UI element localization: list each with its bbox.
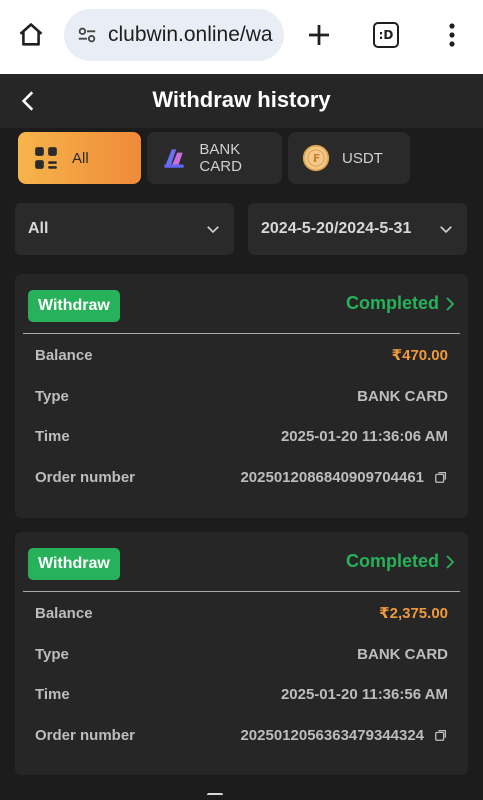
time-row: Time 2025-01-20 11:36:06 AM xyxy=(35,424,448,448)
browser-toolbar: clubwin.online/wa :D xyxy=(0,0,483,74)
tab-switcher-label: :D xyxy=(378,28,394,42)
scroll-hint xyxy=(207,793,223,797)
url-text: clubwin.online/wa xyxy=(108,23,273,46)
date-range-select[interactable]: 2024-5-20/2024-5-31 xyxy=(248,203,467,255)
tab-all-label: All xyxy=(72,149,89,167)
balance-row: Balance ₹2,375.00 xyxy=(35,601,448,625)
status-link[interactable]: Completed xyxy=(346,551,456,572)
status-text: Completed xyxy=(345,551,439,571)
type-select[interactable]: All xyxy=(15,203,234,255)
type-row: Type BANK CARD xyxy=(35,384,448,408)
time-label: Time xyxy=(35,685,70,703)
withdraw-record-card[interactable]: Withdraw Completed Balance ₹2,375.00 Typ… xyxy=(15,532,468,775)
tab-all[interactable]: All xyxy=(18,132,141,184)
order-number: 2025012056363479344324 xyxy=(240,726,424,744)
balance-label: Balance xyxy=(35,604,93,622)
tab-switcher-button[interactable]: :D xyxy=(373,22,399,48)
order-value-wrap: 2025012056363479344324 xyxy=(240,727,448,744)
usdt-coin-icon: ₣ xyxy=(302,144,330,172)
chevron-right-icon xyxy=(446,554,455,569)
type-label: Type xyxy=(35,645,69,663)
status-text: Completed xyxy=(345,293,439,313)
order-label: Order number xyxy=(35,468,136,486)
svg-text:₣: ₣ xyxy=(312,153,319,165)
tab-usdt-label: USDT xyxy=(342,149,383,167)
divider xyxy=(23,591,460,592)
bank-card-icon xyxy=(161,144,187,172)
page-title: Withdraw history xyxy=(152,87,331,112)
order-value-wrap: 2025012086840909704461 xyxy=(240,469,448,486)
withdraw-badge: Withdraw xyxy=(28,290,120,322)
time-row: Time 2025-01-20 11:36:56 AM xyxy=(35,682,448,706)
order-number: 2025012086840909704461 xyxy=(240,468,424,486)
type-value: BANK CARD xyxy=(357,645,448,663)
balance-row: Balance ₹470.00 xyxy=(35,343,448,367)
withdraw-record-card[interactable]: Withdraw Completed Balance ₹470.00 Type … xyxy=(15,274,468,518)
type-select-value: All xyxy=(28,220,49,237)
status-link[interactable]: Completed xyxy=(346,293,456,314)
grid-icon xyxy=(32,144,60,172)
tab-bank-card-label: BANK CARD xyxy=(199,141,242,175)
browser-menu-button[interactable] xyxy=(440,20,464,50)
filter-tabs: All BANK CARD ₣ USDT xyxy=(0,132,483,184)
copy-icon[interactable] xyxy=(434,470,448,484)
balance-label: Balance xyxy=(35,346,93,364)
balance-value: ₹2,375.00 xyxy=(379,605,448,622)
home-button[interactable] xyxy=(16,20,46,50)
chevron-right-icon xyxy=(446,296,455,311)
app-header: Withdraw history xyxy=(0,74,483,128)
time-label: Time xyxy=(35,427,70,445)
type-value: BANK CARD xyxy=(357,387,448,405)
chevron-down-icon xyxy=(207,226,219,234)
new-tab-button[interactable] xyxy=(304,20,334,50)
tab-bank-card[interactable]: BANK CARD xyxy=(147,132,282,184)
time-value: 2025-01-20 11:36:56 AM xyxy=(280,685,448,703)
divider xyxy=(23,333,460,334)
date-range-value: 2024-5-20/2024-5-31 xyxy=(261,220,412,237)
type-row: Type BANK CARD xyxy=(35,642,448,666)
order-label: Order number xyxy=(35,726,136,744)
tab-usdt[interactable]: ₣ USDT xyxy=(288,132,410,184)
balance-value: ₹470.00 xyxy=(391,347,448,364)
order-row: Order number 2025012086840909704461 xyxy=(35,465,448,489)
address-bar[interactable]: clubwin.online/wa xyxy=(64,9,284,61)
time-value: 2025-01-20 11:36:06 AM xyxy=(280,427,448,445)
more-vertical-icon xyxy=(449,23,455,47)
site-settings-icon[interactable] xyxy=(76,24,98,46)
copy-icon[interactable] xyxy=(434,728,448,742)
home-icon xyxy=(19,23,43,46)
chevron-down-icon xyxy=(440,226,452,234)
withdraw-badge: Withdraw xyxy=(28,548,120,580)
order-row: Order number 2025012056363479344324 xyxy=(35,723,448,747)
type-label: Type xyxy=(35,387,69,405)
plus-icon xyxy=(309,25,329,45)
